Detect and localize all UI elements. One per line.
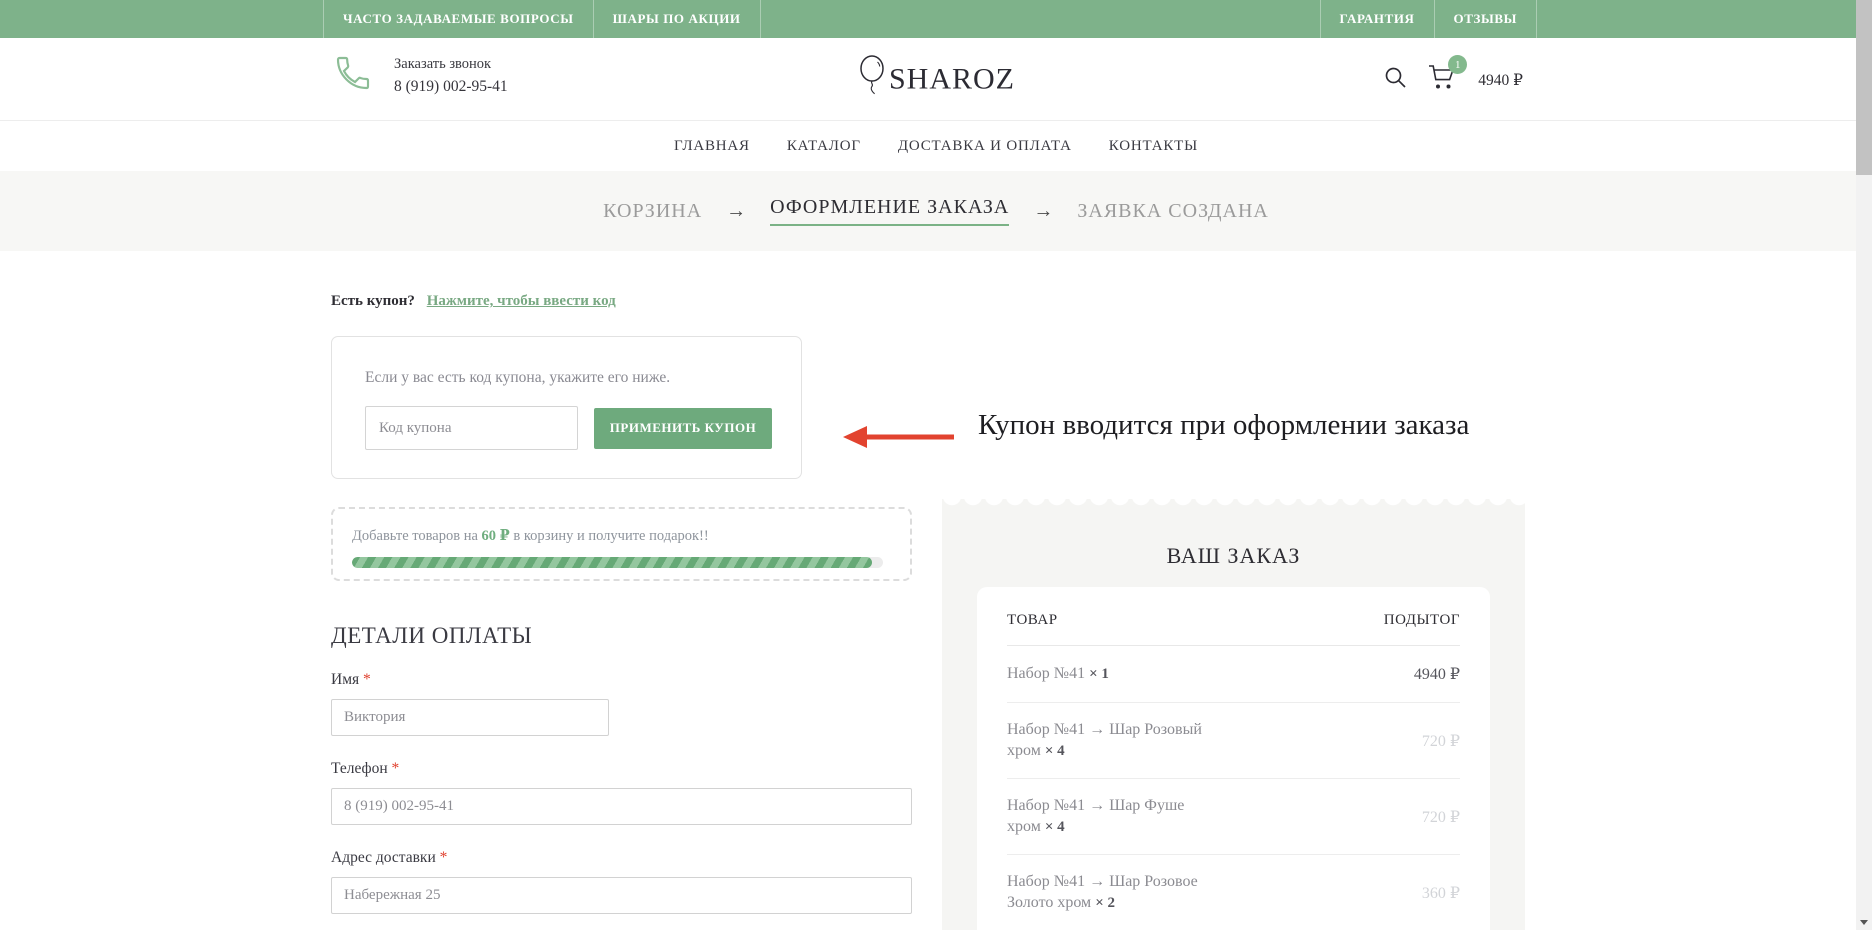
breadcrumb-order-created: ЗАЯВКА СОЗДАНА bbox=[1077, 200, 1268, 223]
coupon-code-input[interactable] bbox=[365, 406, 578, 450]
logo-text: SHAROZ bbox=[889, 62, 1015, 96]
order-summary-card: ТОВАР ПОДЫТОГ Набор №41 × 1 4940 ₽ Набор… bbox=[977, 587, 1490, 930]
name-label: Имя bbox=[331, 671, 359, 688]
coupon-toggle-link[interactable]: Нажмите, чтобы ввести код bbox=[427, 293, 616, 309]
order-row: Набор №41 → Шар Розовое Золото хром × 2 … bbox=[1007, 855, 1460, 930]
gift-progress-fill bbox=[352, 557, 872, 568]
annotation-arrow-icon bbox=[841, 423, 957, 456]
logo[interactable]: SHAROZ bbox=[857, 54, 1015, 105]
topbar-item-sale-balloons[interactable]: ШАРЫ ПО АКЦИИ bbox=[593, 0, 761, 38]
breadcrumb-arrow-icon: → bbox=[1033, 200, 1053, 223]
checkout-breadcrumb: КОРЗИНА → ОФОРМЛЕНИЕ ЗАКАЗА → ЗАЯВКА СОЗ… bbox=[0, 171, 1872, 251]
annotation-text: Купон вводится при оформлении заказа bbox=[978, 409, 1469, 442]
order-row: Набор №41 → Шар Фуше хром × 4 720 ₽ bbox=[1007, 779, 1460, 855]
order-summary-title: ВАШ ЗАКАЗ bbox=[942, 499, 1525, 569]
item-price: 360 ₽ bbox=[1422, 883, 1460, 903]
call-request-label[interactable]: Заказать звонок bbox=[394, 56, 508, 73]
main-content: Есть купон? Нажмите, чтобы ввести код Ес… bbox=[0, 251, 1872, 930]
field-name: Имя * bbox=[331, 671, 912, 736]
item-quantity: × 1 bbox=[1089, 666, 1109, 682]
top-bar: ЧАСТО ЗАДАВАЕМЫЕ ВОПРОСЫ ШАРЫ ПО АКЦИИ Г… bbox=[0, 0, 1872, 38]
coupon-question-row: Есть купон? Нажмите, чтобы ввести код bbox=[331, 293, 912, 310]
nav-item-catalog[interactable]: КАТАЛОГ bbox=[787, 138, 861, 155]
required-asterisk: * bbox=[363, 671, 371, 688]
gift-progress-text: Добавьте товаров на 60 ₽ в корзину и пол… bbox=[352, 527, 892, 545]
phone-label: Телефон bbox=[331, 760, 388, 777]
topbar-right-menu: ГАРАНТИЯ ОТЗЫВЫ bbox=[1320, 0, 1537, 38]
checkout-left-column: Есть купон? Нажмите, чтобы ввести код Ес… bbox=[331, 251, 912, 914]
item-quantity: × 4 bbox=[1045, 743, 1065, 759]
item-quantity: × 4 bbox=[1045, 819, 1065, 835]
coupon-form-box: Если у вас есть код купона, укажите его … bbox=[331, 336, 802, 479]
scroll-down-arrow-icon[interactable] bbox=[1860, 920, 1868, 925]
order-col-subtotal: ПОДЫТОГ bbox=[1384, 612, 1460, 629]
billing-details-title: ДЕТАЛИ ОПЛАТЫ bbox=[331, 623, 912, 649]
item-price: 720 ₽ bbox=[1422, 807, 1460, 827]
coupon-hint-text: Если у вас есть код купона, укажите его … bbox=[365, 369, 773, 387]
cart-count-badge: 1 bbox=[1448, 55, 1467, 74]
cart-button[interactable]: 1 bbox=[1427, 64, 1458, 96]
order-col-product: ТОВАР bbox=[1007, 612, 1058, 629]
item-price: 720 ₽ bbox=[1422, 731, 1460, 751]
breadcrumb-cart[interactable]: КОРЗИНА bbox=[603, 200, 702, 223]
nav-item-delivery[interactable]: ДОСТАВКА И ОПЛАТА bbox=[898, 138, 1072, 155]
site-header: Заказать звонок 8 (919) 002-95-41 SHAROZ bbox=[0, 38, 1872, 120]
nav-item-home[interactable]: ГЛАВНАЯ bbox=[674, 138, 750, 155]
topbar-item-warranty[interactable]: ГАРАНТИЯ bbox=[1320, 0, 1434, 38]
header-phone-number[interactable]: 8 (919) 002-95-41 bbox=[394, 78, 508, 96]
search-icon[interactable] bbox=[1384, 66, 1407, 94]
address-input[interactable] bbox=[331, 877, 912, 914]
topbar-left-menu: ЧАСТО ЗАДАВАЕМЫЕ ВОПРОСЫ ШАРЫ ПО АКЦИИ bbox=[323, 0, 761, 38]
topbar-item-faq[interactable]: ЧАСТО ЗАДАВАЕМЫЕ ВОПРОСЫ bbox=[323, 0, 593, 38]
field-address: Адрес доставки * bbox=[331, 849, 912, 914]
name-input[interactable] bbox=[331, 699, 609, 736]
gift-progress-bar bbox=[352, 557, 883, 568]
nav-item-contacts[interactable]: КОНТАКТЫ bbox=[1109, 138, 1198, 155]
page-scrollbar[interactable] bbox=[1856, 0, 1872, 930]
cart-total[interactable]: 4940 ₽ bbox=[1478, 71, 1523, 90]
item-quantity: × 2 bbox=[1095, 895, 1115, 911]
topbar-item-reviews[interactable]: ОТЗЫВЫ bbox=[1434, 0, 1537, 38]
apply-coupon-button[interactable]: ПРИМЕНИТЬ КУПОН bbox=[594, 408, 772, 449]
breadcrumb-arrow-icon: → bbox=[726, 200, 746, 223]
order-row: Набор №41 × 1 4940 ₽ bbox=[1007, 646, 1460, 703]
scrollbar-thumb[interactable] bbox=[1856, 0, 1872, 175]
header-actions: 1 4940 ₽ bbox=[1384, 64, 1523, 96]
required-asterisk: * bbox=[440, 849, 448, 866]
item-price: 4940 ₽ bbox=[1414, 664, 1460, 684]
phone-icon bbox=[333, 53, 373, 98]
order-row: Набор №41 → Шар Розовый хром × 4 720 ₽ bbox=[1007, 703, 1460, 779]
main-nav: ГЛАВНАЯ КАТАЛОГ ДОСТАВКА И ОПЛАТА КОНТАК… bbox=[0, 120, 1872, 171]
required-asterisk: * bbox=[392, 760, 400, 777]
order-summary-panel: ВАШ ЗАКАЗ ТОВАР ПОДЫТОГ Набор №41 × 1 49… bbox=[942, 499, 1525, 930]
breadcrumb-checkout-active[interactable]: ОФОРМЛЕНИЕ ЗАКАЗА bbox=[770, 196, 1009, 226]
phone-input[interactable] bbox=[331, 788, 912, 825]
coupon-question-label: Есть купон? bbox=[331, 293, 415, 309]
call-block[interactable]: Заказать звонок 8 (919) 002-95-41 bbox=[333, 53, 508, 98]
gift-amount: 60 ₽ bbox=[482, 528, 510, 544]
field-phone: Телефон * bbox=[331, 760, 912, 825]
gift-progress-box: Добавьте товаров на 60 ₽ в корзину и пол… bbox=[331, 507, 912, 581]
address-label: Адрес доставки bbox=[331, 849, 436, 866]
balloon-icon bbox=[857, 54, 887, 105]
